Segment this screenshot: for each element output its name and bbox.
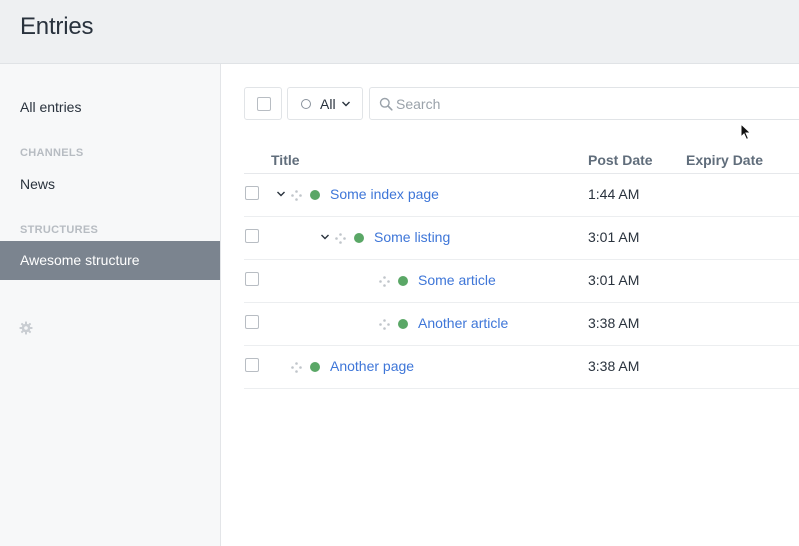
post-date-cell: 3:01 AM [588,272,640,288]
mouse-pointer-icon [740,123,752,141]
row-checkbox[interactable] [245,315,259,329]
drag-handle-icon[interactable] [335,233,346,244]
row-checkbox[interactable] [245,186,259,200]
sidebar-item-awesome-structure[interactable]: Awesome structure [0,241,220,280]
post-date-cell: 3:38 AM [588,315,640,331]
status-dot [398,276,408,286]
status-dot [310,190,320,200]
table-row: Another page 3:38 AM [244,346,799,389]
sidebar-heading-channels: CHANNELS [20,147,84,159]
chevron-down-icon[interactable] [320,233,330,241]
sidebar-item-all-entries[interactable]: All entries [0,88,220,127]
entry-title-link[interactable]: Some article [418,272,496,288]
entry-title-link[interactable]: Some index page [330,186,439,202]
gear-icon[interactable] [19,321,33,335]
column-header-title[interactable]: Title [271,152,300,168]
status-dot [310,362,320,372]
page-title: Entries [20,13,94,40]
row-checkbox[interactable] [245,229,259,243]
table-row: Some index page 1:44 AM [244,174,799,217]
page-header: Entries [0,0,799,64]
drag-handle-icon[interactable] [291,362,302,373]
chevron-down-icon[interactable] [276,190,286,198]
sidebar-heading-structures: STRUCTURES [20,224,99,236]
table-row: Another article 3:38 AM [244,303,799,346]
status-dot [398,319,408,329]
main-content: All Title Post Date Expiry Date Some ind… [221,64,799,546]
table-row: Some listing 3:01 AM [244,217,799,260]
select-all-button[interactable] [244,87,282,120]
search-icon [379,97,393,111]
column-header-post-date[interactable]: Post Date [588,152,653,168]
drag-handle-icon[interactable] [379,319,390,330]
entry-title-link[interactable]: Another page [330,358,414,374]
status-dot [354,233,364,243]
chevron-down-icon [342,101,350,107]
post-date-cell: 1:44 AM [588,186,640,202]
entry-title-link[interactable]: Some listing [374,229,450,245]
row-checkbox[interactable] [245,358,259,372]
status-filter-dropdown[interactable]: All [287,87,363,120]
search-box[interactable] [369,87,799,120]
drag-handle-icon[interactable] [379,276,390,287]
sidebar-item-news[interactable]: News [0,165,220,204]
entry-title-link[interactable]: Another article [418,315,508,331]
drag-handle-icon[interactable] [291,190,302,201]
sidebar: All entries CHANNELS News STRUCTURES Awe… [0,64,221,546]
row-checkbox[interactable] [245,272,259,286]
select-all-checkbox[interactable] [257,97,271,111]
status-circle-icon [301,99,311,109]
post-date-cell: 3:38 AM [588,358,640,374]
status-filter-label: All [320,96,336,112]
post-date-cell: 3:01 AM [588,229,640,245]
search-input[interactable] [396,88,796,119]
table-row: Some article 3:01 AM [244,260,799,303]
column-header-expiry-date[interactable]: Expiry Date [686,152,763,168]
